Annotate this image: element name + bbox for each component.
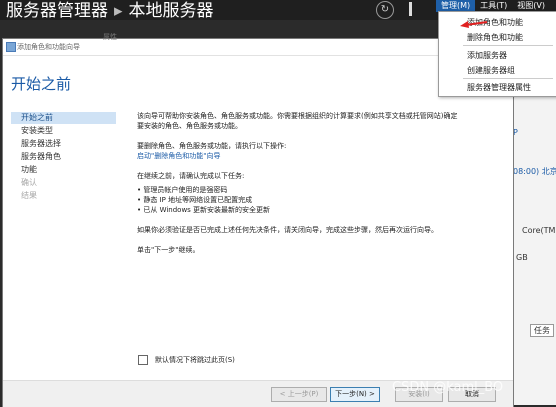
breadcrumb-separator: ▸: [114, 1, 123, 21]
peek-text: Core(TM: [522, 226, 556, 235]
continue-text: 单击"下一步"继续。: [137, 246, 200, 254]
breadcrumb: 服务器管理器 ▸ 本地服务器: [6, 0, 214, 21]
wizard-content: 该向导可帮助你安装角色、角色服务或功能。你需要根据组织的计算要求(例如共享文档或…: [137, 111, 477, 255]
wizard-heading: 开始之前: [11, 75, 72, 93]
manage-dropdown-menu: 添加角色和功能 删除角色和功能 添加服务器 创建服务器组 服务器管理器属性: [438, 11, 556, 97]
peek-text: GB: [516, 253, 528, 262]
watermark: CSDN @kaml_BO: [392, 380, 504, 395]
menu-item-properties[interactable]: 服务器管理器属性: [467, 82, 531, 93]
notification-flag-icon[interactable]: [409, 2, 412, 16]
skip-page-label: 默认情况下将跳过此页(S): [155, 356, 235, 364]
task-item: • 管理员帐户使用的是强密码: [137, 186, 228, 194]
task-item: • 已从 Windows 更新安装最新的安全更新: [137, 206, 271, 214]
tasks-intro: 在继续之前，请确认完成以下任务:: [137, 172, 245, 180]
skip-page-checkbox[interactable]: [138, 355, 148, 365]
menu-item-remove-roles[interactable]: 删除角色和功能: [467, 32, 523, 43]
red-arrow-icon: [460, 21, 488, 28]
nav-item-confirmation: 确认: [21, 178, 37, 187]
previous-button[interactable]: < 上一步(P): [271, 387, 327, 402]
nav-item-installation-type[interactable]: 安装类型: [11, 125, 116, 137]
wizard-window-title: 添加角色和功能向导: [17, 43, 80, 51]
menu-item-add-servers[interactable]: 添加服务器: [467, 50, 507, 61]
nav-item-server-roles[interactable]: 服务器角色: [11, 151, 116, 163]
tasks-button[interactable]: 任务: [530, 324, 554, 337]
wizard-titlebar: 添加角色和功能向导: [3, 39, 513, 56]
task-item: • 静态 IP 地址等网络设置已配置完成: [137, 196, 253, 204]
refresh-icon[interactable]: ↻: [376, 1, 394, 19]
verify-text: 如果你必须验证是否已完成上述任何先决条件，请关闭向导，完成这些步骤，然后再次运行…: [137, 226, 438, 234]
menu-divider: [463, 45, 553, 46]
menu-divider: [463, 78, 553, 79]
app-title: 服务器管理器: [6, 1, 108, 21]
background-attr-peek: 属性: [103, 33, 117, 41]
remove-roles-link[interactable]: 启动"删除角色和功能"向导: [137, 151, 477, 161]
menu-item-create-server-group[interactable]: 创建服务器组: [467, 65, 515, 76]
page-title: 本地服务器: [128, 1, 214, 21]
intro-text: 要安装的角色、角色服务或功能。: [137, 122, 242, 130]
next-button[interactable]: 下一步(N) >: [330, 387, 380, 402]
nav-item-server-selection[interactable]: 服务器选择: [11, 138, 116, 150]
nav-item-features[interactable]: 功能: [11, 164, 116, 176]
peek-text: 08:00) 北京: [513, 167, 556, 176]
nav-item-results: 结果: [21, 191, 37, 200]
intro-text: 该向导可帮助你安装角色、角色服务或功能。你需要根据组织的计算要求(例如共享文档或…: [137, 112, 458, 120]
remove-instruction: 要删除角色、角色服务或功能，请执行以下操作:: [137, 142, 287, 150]
nav-item-before-you-begin[interactable]: 开始之前: [11, 112, 116, 124]
wizard-app-icon: [6, 42, 16, 52]
